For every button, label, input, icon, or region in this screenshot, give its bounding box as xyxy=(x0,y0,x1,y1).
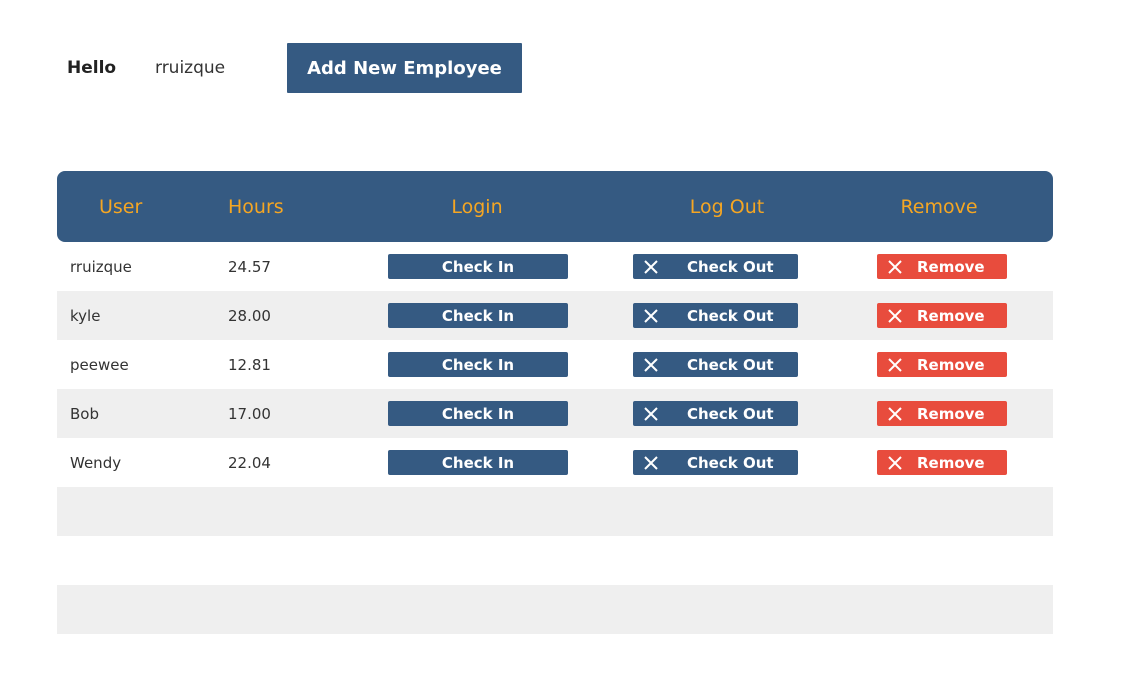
check-out-button[interactable]: Check Out xyxy=(633,401,798,426)
check-in-label: Check In xyxy=(441,453,515,472)
remove-cell: Remove xyxy=(877,254,1053,279)
close-icon xyxy=(888,308,902,323)
check-in-button[interactable]: Check In xyxy=(388,450,568,475)
empty-table-row xyxy=(57,536,1053,585)
hello-label: Hello xyxy=(67,58,117,78)
login-cell: Check In xyxy=(327,450,627,475)
table-row: rruizque 24.57 Check In Check Out Remove xyxy=(57,242,1053,291)
close-icon xyxy=(644,455,658,470)
hours-cell: 22.04 xyxy=(228,453,271,472)
login-cell: Check In xyxy=(327,303,627,328)
logout-cell: Check Out xyxy=(627,303,877,328)
check-out-button[interactable]: Check Out xyxy=(633,450,798,475)
current-username: rruizque xyxy=(155,58,226,78)
remove-cell: Remove xyxy=(877,450,1053,475)
check-out-button[interactable]: Check Out xyxy=(633,352,798,377)
check-in-label: Check In xyxy=(441,355,515,374)
empty-table-row xyxy=(57,487,1053,536)
hours-cell: 12.81 xyxy=(228,355,271,374)
login-cell: Check In xyxy=(327,254,627,279)
check-in-button[interactable]: Check In xyxy=(388,401,568,426)
login-cell: Check In xyxy=(327,352,627,377)
user-cell: kyle xyxy=(70,306,101,325)
close-icon xyxy=(644,259,658,274)
employee-table: User Hours Login Log Out Remove rruizque… xyxy=(57,171,1053,634)
column-header-hours: Hours xyxy=(228,195,284,218)
check-out-button[interactable]: Check Out xyxy=(633,303,798,328)
column-header-login: Login xyxy=(451,195,503,218)
remove-label: Remove xyxy=(917,306,985,325)
logout-cell: Check Out xyxy=(627,401,877,426)
column-header-remove: Remove xyxy=(900,195,978,218)
close-icon xyxy=(644,308,658,323)
user-cell: peewee xyxy=(70,355,129,374)
remove-label: Remove xyxy=(917,453,985,472)
check-out-label: Check Out xyxy=(687,453,774,472)
remove-cell: Remove xyxy=(877,303,1053,328)
check-out-button[interactable]: Check Out xyxy=(633,254,798,279)
close-icon xyxy=(888,357,902,372)
check-in-label: Check In xyxy=(441,257,515,276)
close-icon xyxy=(888,406,902,421)
table-row: peewee 12.81 Check In Check Out Remove xyxy=(57,340,1053,389)
remove-button[interactable]: Remove xyxy=(877,450,1007,475)
close-icon xyxy=(644,406,658,421)
add-new-employee-button[interactable]: Add New Employee xyxy=(287,43,522,93)
login-cell: Check In xyxy=(327,401,627,426)
remove-label: Remove xyxy=(917,355,985,374)
remove-button[interactable]: Remove xyxy=(877,303,1007,328)
table-row: Wendy 22.04 Check In Check Out Remove xyxy=(57,438,1053,487)
remove-cell: Remove xyxy=(877,401,1053,426)
logout-cell: Check Out xyxy=(627,450,877,475)
remove-label: Remove xyxy=(917,257,985,276)
table-row: Bob 17.00 Check In Check Out Remove xyxy=(57,389,1053,438)
logout-cell: Check Out xyxy=(627,254,877,279)
empty-table-row xyxy=(57,585,1053,634)
hours-cell: 28.00 xyxy=(228,306,271,325)
check-out-label: Check Out xyxy=(687,404,774,423)
check-in-button[interactable]: Check In xyxy=(388,254,568,279)
remove-button[interactable]: Remove xyxy=(877,254,1007,279)
hours-cell: 24.57 xyxy=(228,257,271,276)
close-icon xyxy=(888,259,902,274)
user-cell: rruizque xyxy=(70,257,132,276)
check-in-label: Check In xyxy=(441,306,515,325)
close-icon xyxy=(888,455,902,470)
table-header: User Hours Login Log Out Remove xyxy=(57,171,1053,242)
close-icon xyxy=(644,357,658,372)
remove-cell: Remove xyxy=(877,352,1053,377)
check-out-label: Check Out xyxy=(687,355,774,374)
check-out-label: Check Out xyxy=(687,257,774,276)
user-cell: Wendy xyxy=(70,453,122,472)
check-in-button[interactable]: Check In xyxy=(388,352,568,377)
hours-cell: 17.00 xyxy=(228,404,271,423)
remove-button[interactable]: Remove xyxy=(877,352,1007,377)
remove-button[interactable]: Remove xyxy=(877,401,1007,426)
column-header-logout: Log Out xyxy=(689,195,765,218)
user-cell: Bob xyxy=(70,404,99,423)
remove-label: Remove xyxy=(917,404,985,423)
logout-cell: Check Out xyxy=(627,352,877,377)
check-in-label: Check In xyxy=(441,404,515,423)
column-header-user: User xyxy=(99,195,143,218)
check-out-label: Check Out xyxy=(687,306,774,325)
table-row: kyle 28.00 Check In Check Out Remove xyxy=(57,291,1053,340)
top-bar: Hello rruizque Add New Employee xyxy=(67,43,522,93)
check-in-button[interactable]: Check In xyxy=(388,303,568,328)
